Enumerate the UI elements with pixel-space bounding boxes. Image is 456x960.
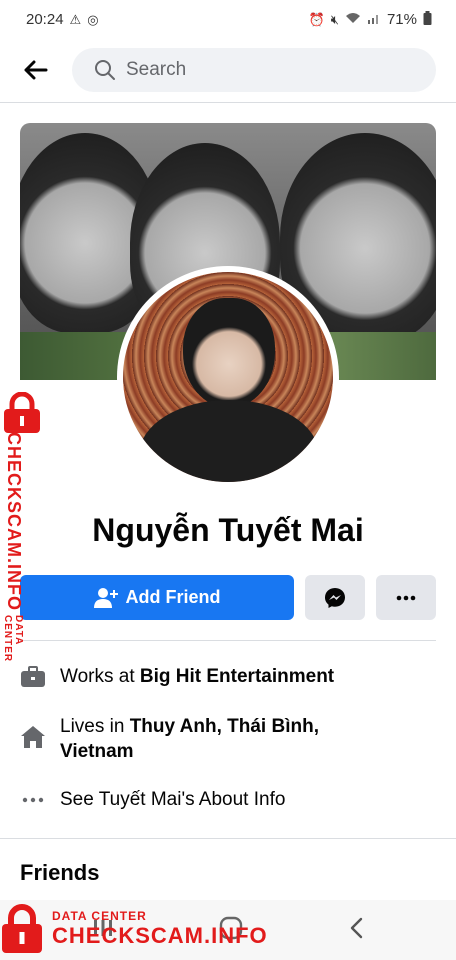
battery-percent: 71%: [386, 10, 417, 28]
alert-icon: ⚠: [69, 11, 82, 27]
mute-icon: 🔇︎: [330, 11, 339, 27]
section-divider: [20, 640, 436, 641]
profile-actions: Add Friend: [20, 575, 436, 620]
work-text: Works at Big Hit Entertainment: [60, 666, 335, 687]
back-nav-button[interactable]: [348, 916, 364, 945]
search-icon: [95, 60, 115, 80]
lock-icon: [2, 904, 42, 953]
instagram-icon: ◎: [87, 11, 99, 27]
location-country[interactable]: Vietnam: [60, 741, 134, 762]
watermark-side: CHECKSCAM.INFO DATA CENTER: [0, 392, 48, 662]
location-place[interactable]: Thuy Anh, Thái Bình,: [130, 716, 319, 737]
search-placeholder: Search: [126, 59, 187, 80]
about-link[interactable]: See Tuyết Mai's About Info: [60, 787, 285, 812]
more-options-button[interactable]: [376, 575, 436, 620]
work-place[interactable]: Big Hit Entertainment: [140, 666, 334, 687]
watermark-big: CHECKSCAM.INFO: [52, 923, 268, 948]
wifi-icon: [345, 12, 361, 26]
about-info-row[interactable]: See Tuyết Mai's About Info: [20, 787, 285, 813]
alarm-icon: ⏰: [308, 11, 325, 27]
watermark-small: DATA CENTER: [52, 909, 147, 923]
status-bar: 20:24 ⚠ ◎ ⏰ 🔇︎ 71%: [0, 0, 456, 38]
location-info: Lives in Thuy Anh, Thái Bình, Vietnam: [20, 714, 319, 764]
add-friend-icon: [93, 587, 118, 608]
watermark-side-small: DATA CENTER: [2, 615, 24, 663]
battery-icon: [423, 11, 432, 27]
more-icon: [396, 595, 416, 600]
top-bar: Search: [0, 44, 456, 96]
briefcase-icon: [20, 664, 46, 690]
status-time: 20:24: [26, 10, 64, 28]
search-input[interactable]: Search: [72, 48, 436, 92]
location-text: Lives in Thuy Anh, Thái Bình, Vietnam: [60, 716, 319, 762]
home-icon: [20, 724, 46, 750]
signal-icon: [367, 12, 381, 26]
lock-icon: [4, 392, 40, 433]
friends-heading: Friends: [20, 860, 100, 885]
header-divider: [0, 102, 456, 103]
messenger-icon: [325, 587, 345, 608]
chevron-left-icon: [350, 917, 363, 938]
watermark-bottom: DATA CENTER CHECKSCAM.INFO: [0, 898, 300, 960]
add-friend-label: Add Friend: [125, 587, 221, 607]
friends-divider: [0, 838, 456, 839]
work-info: Works at Big Hit Entertainment: [20, 664, 334, 690]
add-friend-button[interactable]: Add Friend: [20, 575, 294, 620]
arrow-left-icon: [24, 60, 48, 80]
profile-picture[interactable]: [117, 266, 339, 488]
back-button[interactable]: [16, 50, 56, 90]
watermark-side-big: CHECKSCAM.INFO: [4, 432, 24, 611]
avatar: [123, 272, 333, 482]
profile-name: Nguyễn Tuyết Mai: [92, 512, 364, 548]
message-button[interactable]: [305, 575, 365, 620]
dots-icon: [20, 787, 46, 813]
